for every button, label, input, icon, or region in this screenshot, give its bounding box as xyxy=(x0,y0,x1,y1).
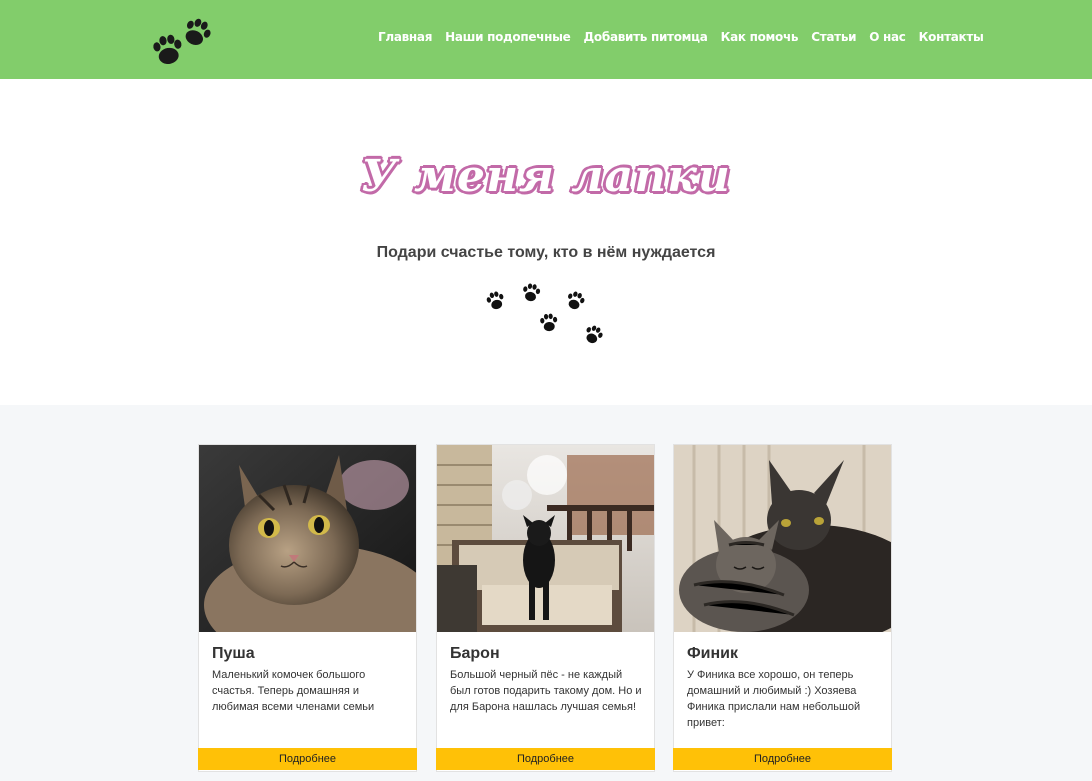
hero-subtitle: Подари счастье тому, кто в нём нуждается xyxy=(376,244,716,261)
paw-icon xyxy=(568,291,585,310)
nav-item-about[interactable]: О нас xyxy=(869,30,906,44)
pet-photo-cats[interactable] xyxy=(674,445,891,632)
hero-section: У меня лапки Подари счастье тому, кто в … xyxy=(0,79,1092,405)
nav-item-add-pet[interactable]: Добавить питомца xyxy=(584,30,708,44)
pet-name: Пуша xyxy=(212,645,255,662)
pet-name: Финик xyxy=(687,645,738,662)
paw-logo-icon[interactable] xyxy=(150,8,218,66)
hero-title: У меня лапки xyxy=(361,151,731,202)
nav-item-contacts[interactable]: Контакты xyxy=(919,30,984,44)
pet-card: Пуша Маленький комочек большого счастья.… xyxy=(198,444,417,772)
pet-card: Барон Большой черный пёс - не каждый был… xyxy=(436,444,655,772)
paw-prints-icon xyxy=(480,281,610,351)
pet-photo-dog[interactable] xyxy=(437,445,654,632)
paw-icon xyxy=(486,291,504,310)
pet-card: Финик У Финика все хорошо, он теперь дом… xyxy=(673,444,892,772)
pet-name: Барон xyxy=(450,645,500,662)
pet-description: Большой черный пёс - не каждый был готов… xyxy=(450,669,642,713)
details-button[interactable]: Подробнее xyxy=(436,748,655,770)
navbar: Главная Наши подопечные Добавить питомца… xyxy=(0,0,1092,79)
nav-item-home[interactable]: Главная xyxy=(378,30,432,44)
nav-item-pets[interactable]: Наши подопечные xyxy=(445,30,571,44)
paw-icon xyxy=(540,313,558,332)
main-nav: Главная Наши подопечные Добавить питомца… xyxy=(378,30,984,44)
pet-photo-cat[interactable] xyxy=(199,445,416,632)
paw-icon xyxy=(586,325,603,344)
paw-icon xyxy=(523,283,541,302)
pet-description: Маленький комочек большого счастья. Тепе… xyxy=(212,669,375,713)
details-button[interactable]: Подробнее xyxy=(673,748,892,770)
details-button[interactable]: Подробнее xyxy=(198,748,417,770)
pet-description: У Финика все хорошо, он теперь домашний … xyxy=(687,669,861,729)
nav-item-articles[interactable]: Статьи xyxy=(811,30,856,44)
nav-item-how-to-help[interactable]: Как помочь xyxy=(721,30,799,44)
pets-section: Пуша Маленький комочек большого счастья.… xyxy=(0,405,1092,781)
